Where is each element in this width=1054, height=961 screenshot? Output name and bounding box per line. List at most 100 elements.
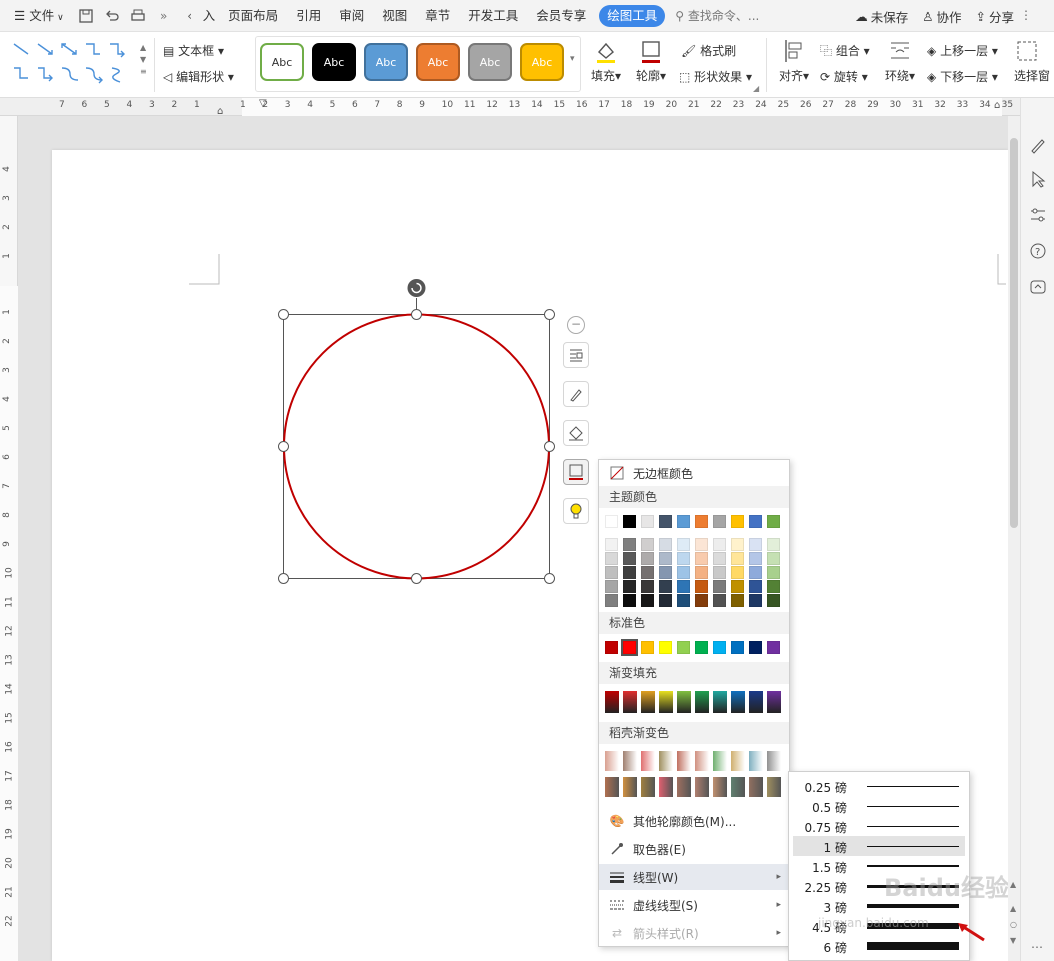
theme-shade-swatch[interactable] (713, 580, 726, 593)
theme-shade-swatch[interactable] (767, 566, 780, 579)
standard-color-swatch[interactable] (605, 641, 618, 654)
resize-handle-sw[interactable] (278, 573, 289, 584)
dialog-launcher-icon[interactable]: ◢ (753, 84, 759, 93)
line-shape-gallery[interactable] (10, 40, 136, 86)
style-gallery-more-icon[interactable]: ▾ (570, 54, 575, 64)
wps-gradient-swatch[interactable] (713, 777, 727, 797)
rotate-handle[interactable] (407, 279, 426, 297)
theme-shade-swatch[interactable] (623, 538, 636, 551)
line-type-item[interactable]: 线型(W) ▸ (599, 864, 789, 890)
scrollbar-thumb[interactable] (1010, 138, 1018, 528)
theme-shade-swatch[interactable] (731, 566, 744, 579)
shape-style-sample[interactable]: Abc (468, 43, 512, 81)
theme-shade-swatch[interactable] (749, 580, 762, 593)
send-backward-button[interactable]: ◈ 下移一层 ▾ (927, 68, 998, 85)
group-button[interactable]: ⿻ 组合 ▾ (820, 42, 870, 59)
wps-gradient-swatch[interactable] (731, 751, 745, 771)
standard-color-swatch[interactable] (641, 641, 654, 654)
theme-shade-swatch[interactable] (713, 566, 726, 579)
theme-shade-swatch[interactable] (695, 552, 708, 565)
theme-shade-swatch[interactable] (731, 594, 744, 607)
shape-style-sample[interactable]: Abc (364, 43, 408, 81)
theme-color-swatch[interactable] (767, 515, 780, 528)
theme-shade-swatch[interactable] (641, 552, 654, 565)
collab-button[interactable]: ♙ 协作 (922, 7, 961, 26)
wps-gradient-swatch[interactable] (677, 751, 691, 771)
theme-color-swatch[interactable] (659, 515, 672, 528)
wps-gradient-swatch[interactable] (695, 751, 709, 771)
wps-gradient-swatch[interactable] (623, 777, 637, 797)
theme-shade-swatch[interactable] (695, 538, 708, 551)
shape-style-sample[interactable]: Abc (520, 43, 564, 81)
shape-style-sample[interactable]: Abc (260, 43, 304, 81)
tab-member[interactable]: 会员专享 (527, 0, 595, 32)
command-search[interactable]: ⚲ 查找命令、... (675, 7, 759, 24)
wps-gradient-swatch[interactable] (677, 777, 691, 797)
wps-gradient-swatch[interactable] (713, 751, 727, 771)
wps-gradient-swatch[interactable] (641, 777, 655, 797)
help-icon[interactable]: ? (1029, 242, 1047, 260)
theme-shade-swatch[interactable] (641, 566, 654, 579)
tab-developer[interactable]: 开发工具 (459, 0, 527, 32)
tab-page-layout[interactable]: 页面布局 (219, 0, 287, 32)
resize-handle-w[interactable] (278, 441, 289, 452)
shape-effect-button[interactable]: ⬚ 形状效果 ▾ (679, 68, 752, 85)
more-outline-colors-item[interactable]: 🎨 其他轮廓颜色(M)... (599, 808, 789, 834)
standard-color-swatch[interactable] (767, 641, 780, 654)
theme-shade-swatch[interactable] (695, 594, 708, 607)
theme-shade-swatch[interactable] (605, 594, 618, 607)
gradient-fill-swatch[interactable] (767, 691, 781, 713)
vertical-ruler[interactable]: 4 3 2 1 1 2 3 4 5 6 7 8 9 10 11 12 13 14 15 16 17 18 19 20 21 22 (0, 116, 18, 961)
theme-shade-swatch[interactable] (767, 538, 780, 551)
gradient-fill-swatch[interactable] (641, 691, 655, 713)
wps-gradient-swatch[interactable] (605, 777, 619, 797)
gradient-fill-swatch[interactable] (677, 691, 691, 713)
bring-forward-button[interactable]: ◈ 上移一层 ▾ (927, 42, 998, 59)
wps-gradient-swatch[interactable] (605, 751, 619, 771)
gradient-fill-swatch[interactable] (749, 691, 763, 713)
theme-shade-swatch[interactable] (623, 594, 636, 607)
right-indent-icon[interactable]: ⌂ (994, 100, 1000, 111)
wps-gradient-swatch[interactable] (623, 751, 637, 771)
theme-shade-swatch[interactable] (659, 566, 672, 579)
standard-color-swatch[interactable] (677, 641, 690, 654)
gradient-fill-swatch[interactable] (659, 691, 673, 713)
theme-shade-swatch[interactable] (659, 552, 672, 565)
theme-color-swatch[interactable] (641, 515, 654, 528)
save-icon[interactable] (75, 5, 97, 27)
more-chevron-icon[interactable]: » (153, 5, 175, 27)
unsaved-status[interactable]: ☁ 未保存 (855, 7, 908, 26)
theme-shade-swatch[interactable] (623, 552, 636, 565)
no-border-color-item[interactable]: 无边框颜色 (599, 460, 789, 486)
theme-shade-swatch[interactable] (767, 580, 780, 593)
fill-button[interactable]: 填充▾ (589, 38, 623, 94)
gradient-fill-swatch[interactable] (695, 691, 709, 713)
theme-shade-swatch[interactable] (713, 538, 726, 551)
file-menu[interactable]: ☰ 文件 ∨ (0, 0, 73, 32)
collapse-toolbar-icon[interactable]: − (567, 316, 585, 334)
shape-style-button[interactable] (563, 381, 589, 407)
theme-color-swatch[interactable] (713, 515, 726, 528)
theme-shade-swatch[interactable] (767, 552, 780, 565)
line-weight-option[interactable]: 1 磅 (793, 836, 965, 856)
shape-outline-button[interactable] (563, 459, 589, 485)
standard-color-swatch[interactable] (749, 641, 762, 654)
share-button[interactable]: ⇪ 分享 (976, 7, 1015, 26)
theme-shade-swatch[interactable] (677, 580, 690, 593)
resize-handle-nw[interactable] (278, 309, 289, 320)
theme-shade-swatch[interactable] (749, 566, 762, 579)
theme-shade-swatch[interactable] (695, 580, 708, 593)
browse-object-icon[interactable]: ○ (1010, 920, 1017, 929)
textbox-button[interactable]: ▤ 文本框 ▾ (163, 42, 224, 59)
wps-gradient-swatch[interactable] (731, 777, 745, 797)
standard-color-swatch[interactable] (731, 641, 744, 654)
shape-style-sample[interactable]: Abc (312, 43, 356, 81)
line-weight-option[interactable]: 0.5 磅 (793, 796, 965, 816)
resize-handle-se[interactable] (544, 573, 555, 584)
theme-shade-swatch[interactable] (677, 552, 690, 565)
scroll-left-icon[interactable]: ‹ (179, 5, 201, 27)
dash-type-item[interactable]: 虚线线型(S) ▸ (599, 892, 789, 918)
tab-insert-partial[interactable]: 入 (203, 0, 220, 32)
circle-outline[interactable] (283, 313, 550, 580)
theme-shade-swatch[interactable] (713, 594, 726, 607)
